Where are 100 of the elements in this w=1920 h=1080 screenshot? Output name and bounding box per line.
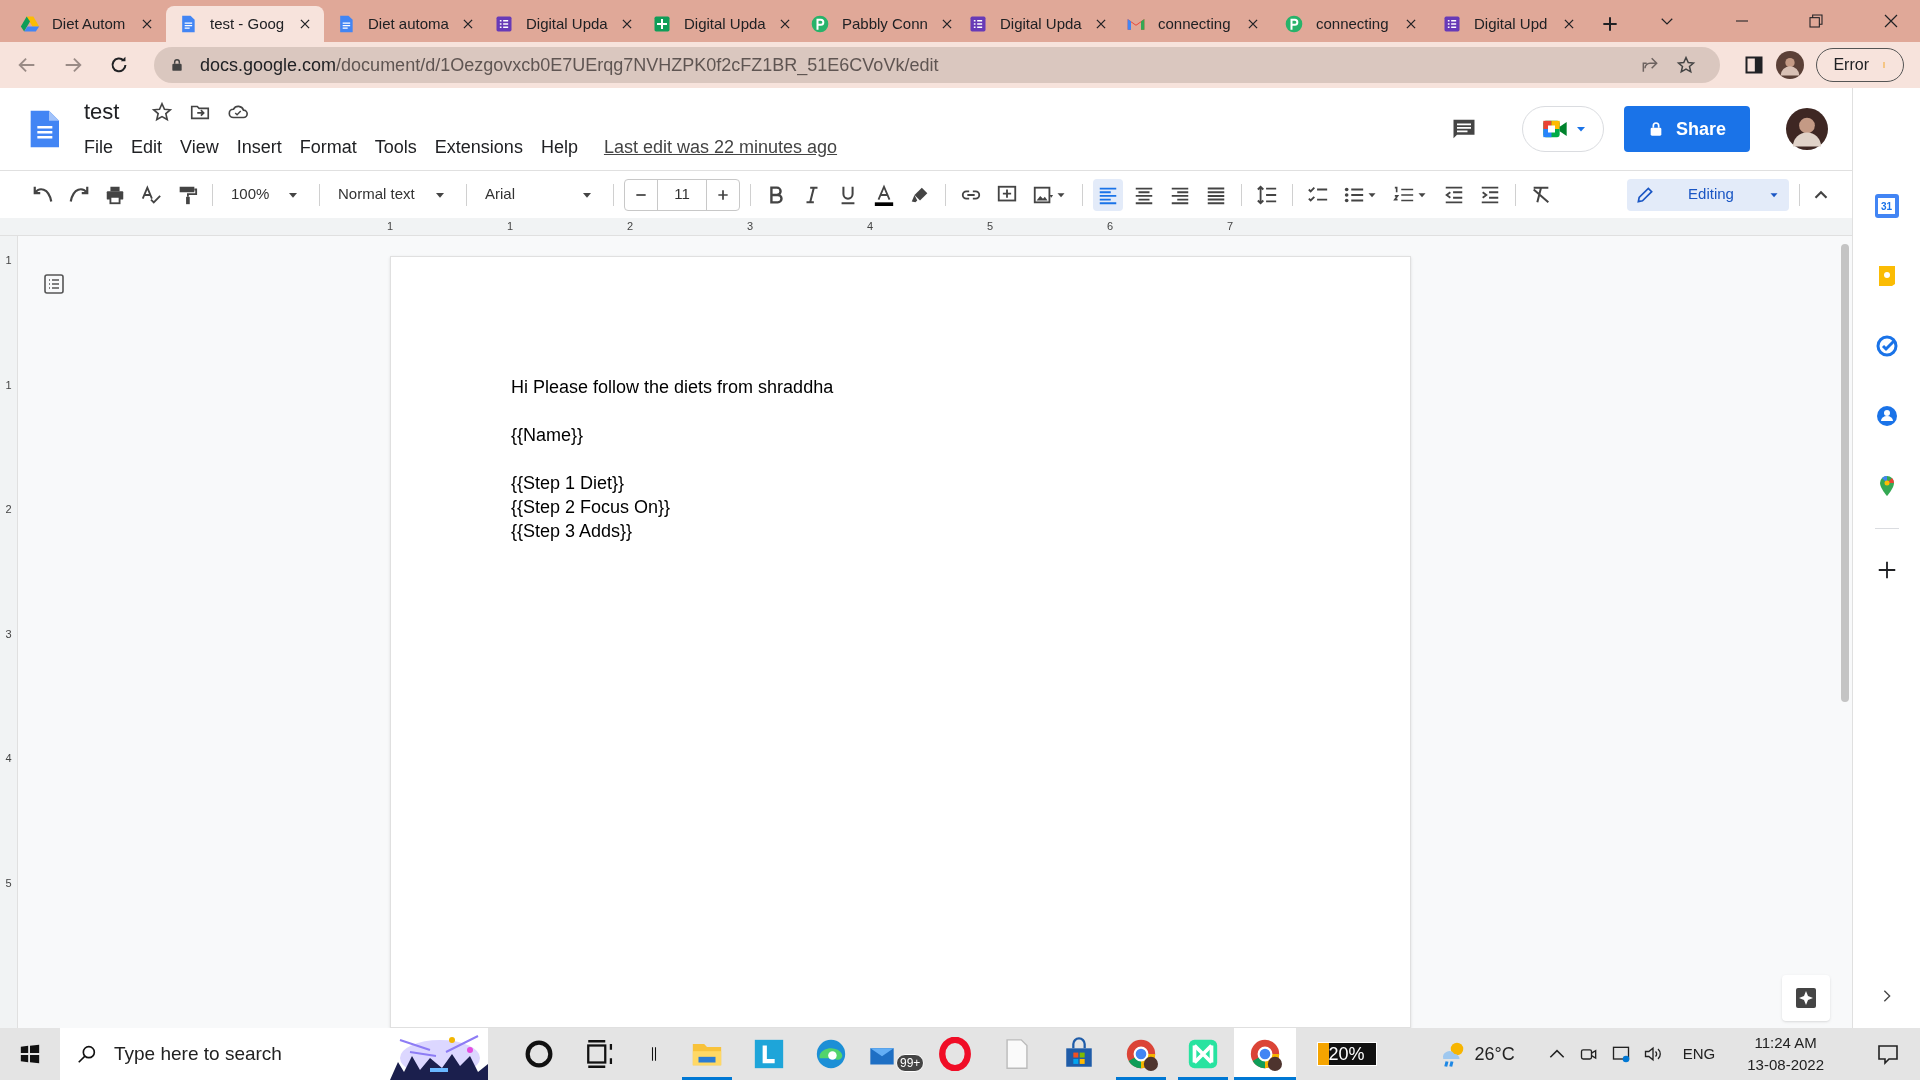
battery-reading: 20% bbox=[1328, 1042, 1365, 1066]
browser-tab[interactable]: Digital Upda bbox=[640, 6, 798, 42]
list-form-icon bbox=[968, 14, 988, 34]
triangle-logo-icon bbox=[20, 14, 40, 34]
list-form-icon bbox=[1442, 14, 1462, 34]
close-icon[interactable] bbox=[1882, 12, 1900, 30]
notification-badge: 99+ bbox=[896, 1054, 925, 1072]
browser-tab[interactable]: Diet Autom bbox=[8, 6, 166, 42]
avatar-icon[interactable] bbox=[1776, 51, 1805, 79]
browser-tab[interactable]: Digital Upda bbox=[956, 6, 1114, 42]
opera-icon bbox=[938, 1037, 972, 1071]
volume-icon[interactable] bbox=[1642, 1044, 1663, 1064]
document-text-line: Hi Please follow the diets from shraddha bbox=[511, 376, 835, 399]
document-text-line: {{Step 3 Adds}} bbox=[511, 520, 634, 543]
notification-icon[interactable] bbox=[1876, 1042, 1900, 1066]
close-icon[interactable] bbox=[298, 17, 312, 31]
star-icon[interactable] bbox=[1676, 55, 1697, 75]
ruler-number: 4 bbox=[866, 219, 874, 235]
tab-title: Pabbly Conn bbox=[842, 13, 928, 34]
browser-tab[interactable]: Diet automa bbox=[324, 6, 482, 42]
line-spacing-icon bbox=[1256, 183, 1278, 206]
close-icon[interactable] bbox=[1246, 17, 1260, 31]
ruler-number: 1 bbox=[5, 377, 12, 393]
close-icon[interactable] bbox=[1404, 17, 1418, 31]
chrome-icon bbox=[1248, 1037, 1282, 1071]
chrome-icon bbox=[1124, 1037, 1158, 1071]
address-bar[interactable]: docs.google.com/document/d/1Oezgovxcb0E7UErqg7NVHZPK0f2cFZ1BR_51E6CVoVk/edit bbox=[154, 47, 1721, 83]
filmora-icon bbox=[1186, 1037, 1220, 1071]
l-app-icon bbox=[752, 1037, 786, 1071]
scrollbar-thumb[interactable] bbox=[1841, 244, 1849, 702]
menu-item[interactable]: Format bbox=[291, 132, 365, 163]
network-icon[interactable] bbox=[1610, 1044, 1631, 1064]
tasks-icon[interactable] bbox=[1874, 334, 1899, 358]
side-panel-icon[interactable] bbox=[1744, 55, 1765, 75]
menu-item[interactable]: Tools bbox=[366, 132, 425, 163]
clock-time[interactable]: 11:24 AM bbox=[1754, 1032, 1817, 1054]
contacts-icon[interactable] bbox=[1874, 404, 1899, 428]
menu-item[interactable]: View bbox=[172, 132, 227, 163]
pencil-icon bbox=[1635, 184, 1655, 205]
browser-tab[interactable]: Digital Upda bbox=[482, 6, 640, 42]
style-dropdown[interactable]: Normal text bbox=[338, 183, 415, 206]
browser-tab[interactable]: connecting bbox=[1114, 6, 1272, 42]
browser-tab[interactable]: test - Goog bbox=[166, 6, 324, 42]
menu-item[interactable]: Help bbox=[532, 132, 586, 163]
browser-tab[interactable]: Digital Upd bbox=[1430, 6, 1588, 42]
ruler-number: 7 bbox=[1226, 219, 1234, 235]
share-button[interactable]: Share bbox=[1623, 106, 1750, 152]
new-tab-icon[interactable] bbox=[1600, 14, 1620, 34]
taskbar-search-field[interactable]: Type here to search bbox=[60, 1028, 488, 1080]
taskbar-app-button[interactable] bbox=[1234, 1028, 1296, 1080]
explore-button[interactable] bbox=[1782, 975, 1830, 1021]
menu-item[interactable]: Extensions bbox=[426, 132, 531, 163]
tab-title: Digital Upd bbox=[1474, 13, 1549, 34]
align-left-button[interactable] bbox=[1093, 178, 1123, 211]
running-indicator bbox=[1234, 1077, 1296, 1080]
document-title[interactable]: test bbox=[76, 95, 128, 128]
close-icon[interactable] bbox=[140, 17, 154, 31]
tab-title: Diet automa bbox=[368, 13, 449, 34]
ruler-number: 2 bbox=[626, 219, 634, 235]
lock-icon bbox=[170, 58, 184, 72]
share-icon[interactable] bbox=[1640, 55, 1661, 75]
outline-icon[interactable] bbox=[42, 272, 66, 296]
tab-title: connecting bbox=[1316, 13, 1390, 34]
menu-item[interactable]: Edit bbox=[123, 132, 171, 163]
spellcheck-icon bbox=[140, 183, 162, 206]
temperature-reading[interactable]: 26°C bbox=[1474, 1040, 1515, 1068]
tab-title: test - Goog bbox=[210, 13, 286, 34]
document-text-line: {{Step 1 Diet}} bbox=[511, 472, 626, 495]
text-color-icon bbox=[873, 183, 895, 206]
sparkle-icon bbox=[1794, 986, 1818, 1010]
ruler-number: 1 bbox=[386, 219, 394, 235]
p-logo-icon bbox=[1284, 14, 1304, 34]
menu-item[interactable]: Insert bbox=[228, 132, 290, 163]
language-indicator[interactable]: ENG bbox=[1682, 1042, 1716, 1066]
star-icon[interactable] bbox=[151, 100, 174, 123]
url-text: docs.google.com/document/d/1Oezgovxcb0E7UErqg7NVHZPK0f2cFZ1BR_51E6CVoVk/edit bbox=[200, 53, 940, 78]
avatar-icon[interactable] bbox=[1786, 108, 1828, 150]
ruler-number: 4 bbox=[5, 751, 12, 766]
ruler-number: 5 bbox=[986, 219, 994, 235]
browser-tab[interactable]: Pabbly Conn bbox=[798, 6, 956, 42]
tab-title: Digital Upda bbox=[526, 13, 608, 34]
restore-icon[interactable] bbox=[1808, 13, 1824, 29]
ruler-number: 1 bbox=[506, 219, 514, 235]
meet-button[interactable] bbox=[1521, 106, 1604, 152]
font-dropdown[interactable]: Arial bbox=[485, 183, 515, 206]
last-edit-link[interactable]: Last edit was 22 minutes ago bbox=[603, 134, 838, 161]
browser-tab[interactable]: connecting bbox=[1272, 6, 1430, 42]
windows-start-icon[interactable] bbox=[19, 1043, 41, 1065]
search-placeholder: Type here to search bbox=[114, 1041, 282, 1066]
tab-title: Digital Upda bbox=[684, 13, 766, 34]
document-text-line: {{Step 2 Focus On}} bbox=[511, 496, 672, 519]
ruler-number: 6 bbox=[1106, 219, 1114, 235]
close-icon[interactable] bbox=[1562, 17, 1576, 31]
ruler-number: 5 bbox=[5, 875, 12, 891]
clock-date[interactable]: 13-08-2022 bbox=[1747, 1054, 1824, 1076]
menu-item[interactable]: File bbox=[76, 132, 121, 163]
zoom-dropdown[interactable]: 100% bbox=[231, 183, 270, 206]
list-form-icon bbox=[494, 14, 514, 34]
editing-mode-dropdown[interactable]: Editing bbox=[1627, 178, 1789, 211]
edge-icon bbox=[814, 1037, 848, 1071]
